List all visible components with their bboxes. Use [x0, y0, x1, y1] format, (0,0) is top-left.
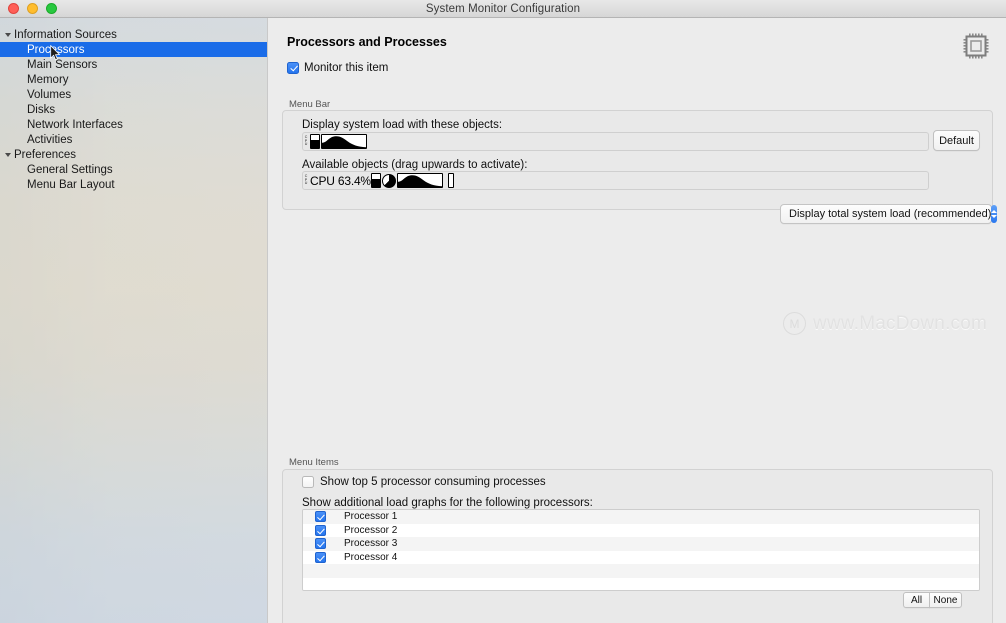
slim-bar-empty-icon	[447, 173, 454, 188]
sidebar-item-label: Activities	[27, 133, 73, 146]
active-object-load-graph[interactable]	[321, 133, 368, 150]
display-mode-selected-value: Display total system load (recommended)	[789, 208, 992, 220]
default-button[interactable]: Default	[933, 130, 980, 151]
page-title: Processors and Processes	[287, 35, 447, 49]
sidebar-group-preferences[interactable]: Preferences	[0, 147, 267, 162]
sidebar-item-disks[interactable]: Disks	[0, 102, 267, 117]
bar-gauge-icon	[370, 173, 381, 188]
sidebar-item-volumes[interactable]: Volumes	[0, 87, 267, 102]
processor-label: Processor 1	[344, 511, 398, 523]
watermark-logo-icon: M	[783, 312, 806, 335]
sidebar-item-activities[interactable]: Activities	[0, 132, 267, 147]
table-row-empty	[303, 577, 979, 590]
monitor-this-item-checkbox[interactable]	[287, 62, 299, 74]
pie-gauge-icon	[381, 173, 396, 188]
sidebar-item-processors[interactable]: Processors	[0, 42, 267, 57]
display-mode-popup-button[interactable]: Display total system load (recommended)	[780, 204, 998, 224]
processor-label: Processor 2	[344, 524, 398, 536]
table-row[interactable]: Processor 4	[303, 550, 979, 564]
load-graph-icon	[321, 134, 367, 149]
show-top-processes-row[interactable]: Show top 5 processor consuming processes	[302, 476, 546, 488]
close-button[interactable]	[8, 3, 19, 14]
table-row[interactable]: Processor 2	[303, 523, 979, 537]
sidebar-item-network-interfaces[interactable]: Network Interfaces	[0, 117, 267, 132]
select-none-button[interactable]: None	[929, 592, 962, 608]
sidebar-group-label: Information Sources	[14, 28, 117, 41]
cpu-percent-text: CPU 63.4%	[310, 173, 371, 188]
sidebar-item-label: Menu Bar Layout	[27, 178, 115, 191]
processor-list[interactable]: Processor 1 Processor 2 Processor 3 Proc…	[302, 509, 980, 591]
monitor-this-item-row[interactable]: Monitor this item	[287, 62, 388, 74]
traffic-light-buttons	[8, 3, 57, 14]
display-system-load-label: Display system load with these objects:	[302, 119, 503, 131]
sidebar-group-information-sources[interactable]: Information Sources	[0, 27, 267, 42]
menu-items-group-legend: Menu Items	[289, 457, 339, 468]
show-top-processes-checkbox[interactable]	[302, 476, 314, 488]
cpu-chip-icon	[963, 33, 989, 59]
processor-checkbox[interactable]	[315, 538, 326, 550]
processor-label: Processor 4	[344, 551, 398, 563]
processor-label: Processor 3	[344, 538, 398, 550]
sidebar-item-general-settings[interactable]: General Settings	[0, 162, 267, 177]
window-titlebar: System Monitor Configuration	[0, 0, 1006, 18]
content-pane: Processors and Processes Monitor this it…	[269, 18, 1006, 623]
active-objects-well[interactable]: CPU	[302, 132, 929, 151]
sidebar: Information Sources Processors Main Sens…	[0, 18, 268, 623]
available-objects-well[interactable]: CPU CPU 63.4%	[302, 171, 929, 190]
cpu-vertical-label-icon: CPU	[304, 173, 308, 186]
sidebar-item-label: Processors	[27, 43, 85, 56]
zoom-button[interactable]	[46, 3, 57, 14]
sidebar-item-label: Volumes	[27, 88, 72, 101]
available-object-slim-bar[interactable]	[447, 172, 455, 189]
sidebar-item-label: Disks	[27, 103, 56, 116]
sidebar-item-menu-bar-layout[interactable]: Menu Bar Layout	[0, 177, 267, 192]
show-top-processes-label: Show top 5 processor consuming processes	[320, 476, 546, 488]
available-object-bar-gauge[interactable]	[370, 172, 382, 189]
minimize-button[interactable]	[27, 3, 38, 14]
active-object-bar-gauge[interactable]	[310, 133, 321, 150]
processor-checkbox[interactable]	[315, 524, 326, 536]
chevron-down-icon	[5, 32, 11, 37]
bar-gauge-icon	[310, 134, 320, 149]
processor-checkbox[interactable]	[315, 511, 326, 523]
app-window: System Monitor Configuration Information…	[0, 0, 1006, 623]
watermark-text: www.MacDown.com	[813, 312, 988, 334]
cpu-vertical-label-icon: CPU	[304, 134, 308, 147]
available-object-load-graph[interactable]	[396, 172, 444, 189]
active-object-cpu-label[interactable]: CPU	[303, 133, 310, 150]
sidebar-item-label: Network Interfaces	[27, 118, 123, 131]
sidebar-item-label: Memory	[27, 73, 69, 86]
processor-checkbox[interactable]	[315, 551, 326, 563]
table-row[interactable]: Processor 1	[303, 510, 979, 524]
sidebar-item-memory[interactable]: Memory	[0, 72, 267, 87]
sidebar-item-label: Main Sensors	[27, 58, 98, 71]
window-title: System Monitor Configuration	[425, 2, 581, 15]
watermark: M www.MacDown.com	[783, 312, 987, 335]
load-graph-icon	[396, 173, 443, 188]
available-objects-label: Available objects (drag upwards to activ…	[302, 159, 528, 171]
available-object-cpu-percent[interactable]: CPU 63.4%	[310, 172, 371, 189]
sidebar-item-main-sensors[interactable]: Main Sensors	[0, 57, 267, 72]
monitor-this-item-label: Monitor this item	[304, 62, 389, 74]
available-object-cpu-label[interactable]: CPU	[303, 172, 310, 189]
load-graphs-label: Show additional load graphs for the foll…	[302, 497, 593, 509]
select-all-button[interactable]: All	[903, 592, 930, 608]
table-row[interactable]: Processor 3	[303, 537, 979, 551]
chevron-updown-icon[interactable]	[991, 205, 998, 223]
table-row-empty	[303, 564, 979, 578]
available-object-pie-gauge[interactable]	[381, 172, 397, 189]
menu-bar-group-legend: Menu Bar	[289, 99, 331, 110]
chevron-down-icon	[5, 152, 11, 157]
sidebar-item-label: General Settings	[27, 163, 113, 176]
sidebar-group-label: Preferences	[14, 148, 77, 161]
